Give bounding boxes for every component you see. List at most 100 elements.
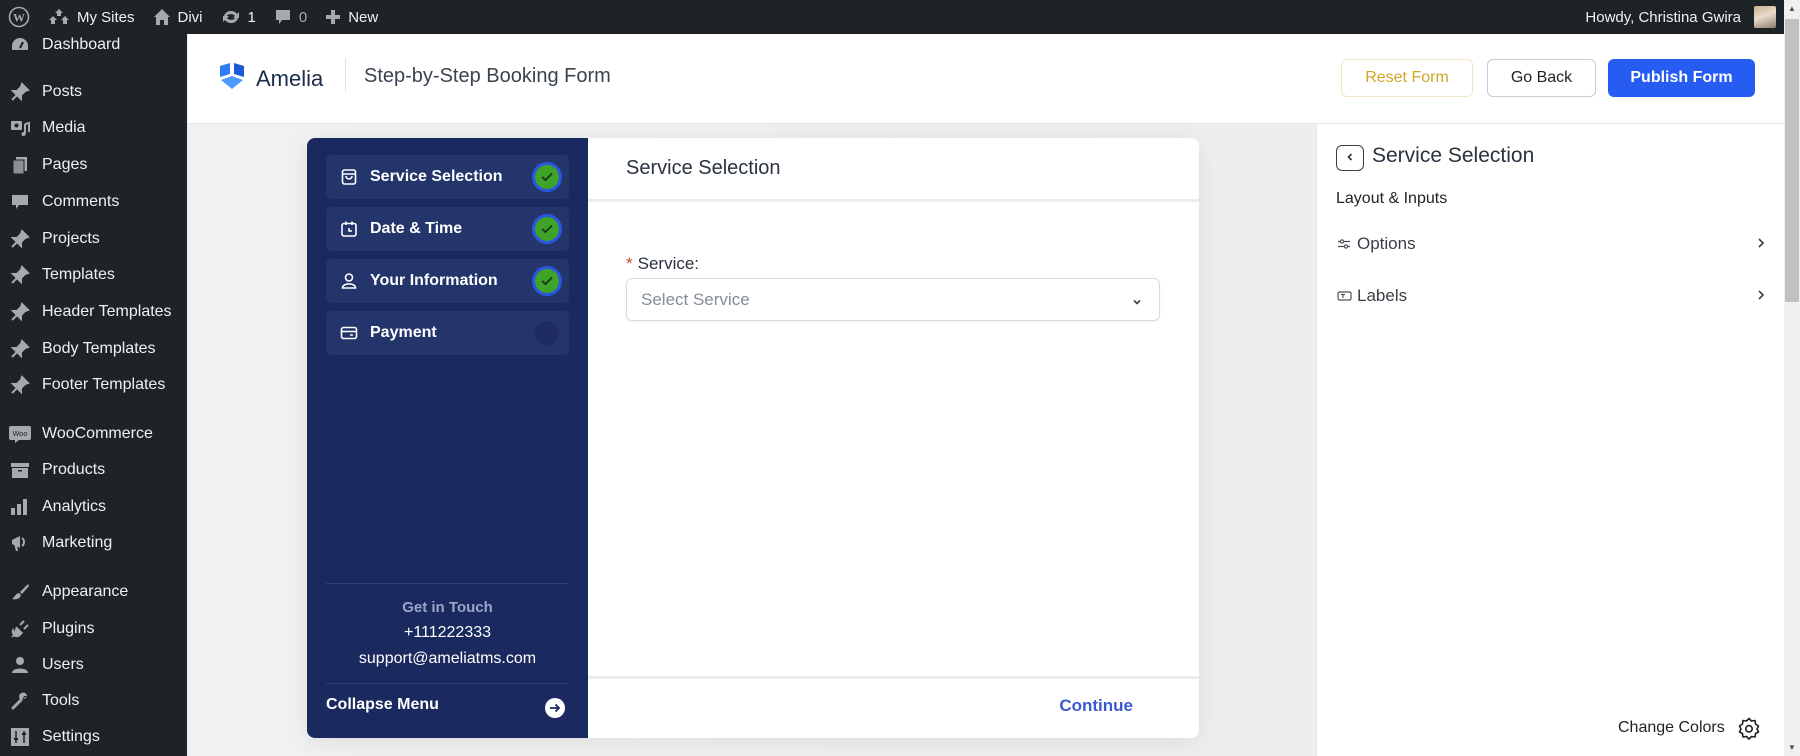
sidebar-item-tools[interactable]: Tools <box>0 684 187 718</box>
comments-count: 0 <box>298 8 308 26</box>
step-payment[interactable]: Payment <box>326 311 569 355</box>
sidebar-divider <box>326 683 569 684</box>
sidebar-item-label: Footer Templates <box>42 376 166 393</box>
pages-icon <box>9 154 31 176</box>
brand-name: Amelia <box>256 65 324 91</box>
scrollbar-thumb[interactable] <box>1785 19 1799 302</box>
sidebar-item-label: WooCommerce <box>42 425 153 442</box>
sidebar-item-plugins[interactable]: Plugins <box>0 612 187 646</box>
chevron-left-icon <box>1345 149 1355 167</box>
brush-icon <box>9 581 31 603</box>
contact-title: Get in Touch <box>402 599 493 616</box>
sidebar-item-settings[interactable]: Settings <box>0 720 187 754</box>
step-label: Service Selection <box>370 168 503 185</box>
step-label: Date & Time <box>370 220 463 237</box>
continue-button[interactable]: Continue <box>1059 696 1133 716</box>
sidebar-divider <box>326 583 569 584</box>
form-footer: Continue <box>588 676 1199 738</box>
chevron-down-icon <box>1131 293 1143 313</box>
panel-row-label: Labels <box>1357 286 1408 305</box>
credit-card-icon <box>339 323 359 343</box>
admin-bar: W My Sites Divi 1 0 New Howdy, Christina… <box>0 0 1784 34</box>
step-label: Your Information <box>370 272 498 289</box>
sidebar-item-templates[interactable]: Templates <box>0 258 187 292</box>
page-scrollbar[interactable]: ▲ ▼ <box>1784 0 1800 756</box>
reset-form-button[interactable]: Reset Form <box>1341 59 1473 97</box>
sidebar-item-appearance[interactable]: Appearance <box>0 575 187 609</box>
my-sites-label: My Sites <box>77 8 135 26</box>
panel-back-button[interactable] <box>1336 145 1364 171</box>
scroll-down-arrow-icon[interactable]: ▼ <box>1784 739 1800 756</box>
updates-menu[interactable]: 1 <box>212 0 265 34</box>
chevron-right-icon <box>1756 286 1766 306</box>
go-back-button[interactable]: Go Back <box>1487 59 1596 97</box>
form-main-area: Service Selection * Service: Select Servi… <box>588 138 1199 738</box>
pin-icon <box>9 81 31 103</box>
comments-menu[interactable]: 0 <box>265 0 316 34</box>
panel-row-labels[interactable]: Labels <box>1336 281 1766 311</box>
step-date-time[interactable]: Date & Time <box>326 207 569 251</box>
svg-text:Woo: Woo <box>12 430 27 438</box>
sidebar-item-projects[interactable]: Projects <box>0 222 187 256</box>
header-divider <box>345 58 346 92</box>
amelia-logo-icon <box>217 61 247 96</box>
sidebar-item-woocommerce[interactable]: Woo WooCommerce <box>0 417 187 451</box>
step-your-information[interactable]: Your Information <box>326 259 569 303</box>
form-main-header: Service Selection <box>588 138 1199 202</box>
arrow-right-icon[interactable] <box>545 698 565 718</box>
sidebar-item-header-templates[interactable]: Header Templates <box>0 295 187 329</box>
sidebar-item-pages[interactable]: Pages <box>0 148 187 182</box>
sidebar-item-label: Projects <box>42 230 100 247</box>
sidebar-item-label: Templates <box>42 266 115 283</box>
admin-sidebar: Dashboard Posts Media Pages Comments Pro… <box>0 34 187 756</box>
step-service-selection[interactable]: Service Selection <box>326 155 569 199</box>
pin-icon <box>9 338 31 360</box>
panel-row-options[interactable]: Options <box>1336 229 1766 259</box>
sidebar-item-posts[interactable]: Posts <box>0 75 187 109</box>
dashboard-icon <box>9 34 31 56</box>
booking-form-preview: Service Selection Date & Time Your Infor… <box>307 138 1199 738</box>
pin-icon <box>9 301 31 323</box>
bar-chart-icon <box>9 496 31 518</box>
contact-phone: +111222333 <box>403 624 492 641</box>
text-field-icon <box>1336 288 1352 304</box>
pin-icon <box>9 264 31 286</box>
sites-icon <box>48 8 70 26</box>
sidebar-item-footer-templates[interactable]: Footer Templates <box>0 368 187 402</box>
change-colors-button[interactable]: Change Colors <box>1618 716 1761 740</box>
sidebar-item-comments[interactable]: Comments <box>0 185 187 219</box>
sidebar-item-body-templates[interactable]: Body Templates <box>0 332 187 366</box>
sidebar-item-label: Body Templates <box>42 340 156 357</box>
sidebar-item-analytics[interactable]: Analytics <box>0 490 187 524</box>
sidebar-item-label: Comments <box>42 193 120 210</box>
change-colors-label: Change Colors <box>1618 719 1725 736</box>
sidebar-item-marketing[interactable]: Marketing <box>0 526 187 560</box>
new-label: New <box>348 8 379 26</box>
plug-icon <box>9 618 31 640</box>
sidebar-item-dashboard[interactable]: Dashboard <box>0 28 187 62</box>
service-label-text: Service: <box>637 254 700 273</box>
panel-title: Service Selection <box>1372 144 1535 167</box>
pin-icon <box>9 228 31 250</box>
megaphone-icon <box>9 532 31 554</box>
comment-icon <box>9 191 31 213</box>
sidebar-item-products[interactable]: Products <box>0 453 187 487</box>
sidebar-item-label: Analytics <box>42 498 107 515</box>
sidebar-item-label: Users <box>42 656 84 673</box>
sidebar-item-label: Plugins <box>42 620 95 637</box>
sidebar-item-media[interactable]: Media <box>0 111 187 145</box>
sidebar-item-label: Dashboard <box>42 36 121 53</box>
sidebar-item-users[interactable]: Users <box>0 648 187 682</box>
updates-count: 1 <box>247 8 256 26</box>
step-label: Payment <box>370 324 437 341</box>
service-select[interactable]: Select Service <box>626 278 1160 321</box>
collapse-menu-button[interactable]: Collapse Menu <box>326 696 439 714</box>
chevron-right-icon <box>1756 234 1766 254</box>
publish-form-button[interactable]: Publish Form <box>1608 59 1755 97</box>
settings-panel: Service Selection Layout & Inputs Option… <box>1316 124 1784 756</box>
panel-row-label: Options <box>1357 234 1416 253</box>
user-icon <box>339 271 359 291</box>
scroll-up-arrow-icon[interactable]: ▲ <box>1784 0 1800 17</box>
account-menu[interactable]: Howdy, Christina Gwira <box>1576 0 1784 34</box>
new-content-menu[interactable]: New <box>316 0 387 34</box>
